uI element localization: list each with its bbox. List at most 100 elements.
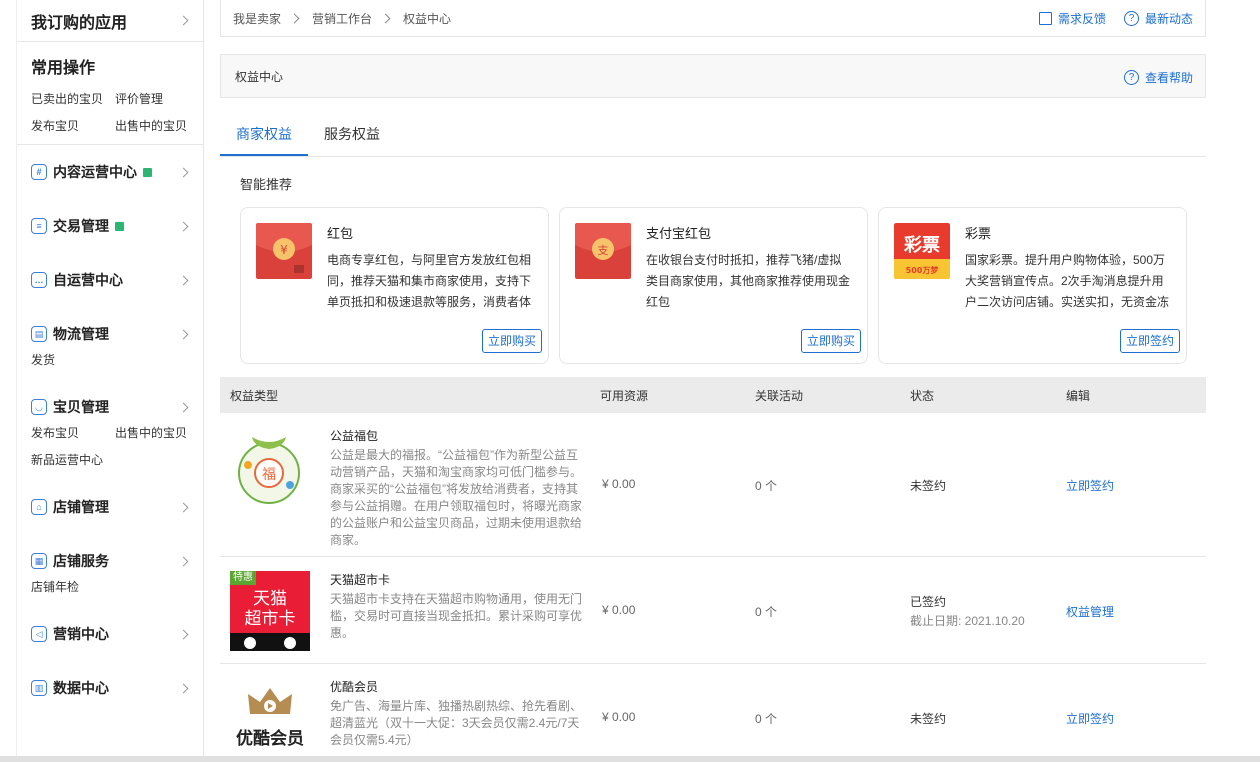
youku-vip-text: 优酷会员 [236, 729, 304, 748]
sidebar-item[interactable]: ▦ 店铺服务 [31, 534, 203, 588]
chevron-right-icon [178, 683, 189, 693]
rights-table: 权益类型 可用资源 关联活动 状态 编辑 福 公益福包 公益是最大的福报。“公益… [220, 377, 1206, 762]
sidebar-item[interactable]: ◁ 营销中心 [31, 607, 203, 661]
sidebar-sublink[interactable]: 新品运营中心 [31, 447, 115, 474]
manage-link[interactable]: 权益管理 [1066, 603, 1114, 620]
row-status-deadline: 截止日期: 2021.10.20 [910, 614, 1025, 628]
recommend-card-alipay: 支 支付宝红包 在收银台支付时抵扣，推荐飞猪/虚拟类目商家使用，其他商家推荐使用… [559, 207, 868, 364]
tmall-card-text2: 超市卡 [244, 609, 296, 628]
promo-badge: 特惠 [230, 571, 256, 585]
main-content: 我是卖家 营销工作台 权益中心 需求反馈 ? 最新动态 权益中心 ? 查看帮助 … [220, 0, 1206, 762]
row-desc: 公益是最大的福报。“公益福包”作为新型公益互动营销产品，天猫和淘宝商家均可低门槛… [330, 448, 583, 547]
row-activity: 0 个 [755, 605, 778, 619]
feedback-label: 需求反馈 [1057, 12, 1106, 26]
breadcrumb-marketing[interactable]: 营销工作台 [312, 10, 372, 27]
row-activity: 0 个 [755, 712, 778, 726]
bag-icon: ◡ [31, 399, 47, 415]
row-name: 天猫超市卡 [330, 573, 391, 587]
chevron-right-icon [178, 15, 189, 26]
chevron-right-icon [380, 13, 391, 23]
help-link[interactable]: ? 查看帮助 [1123, 55, 1193, 99]
chevron-right-icon [178, 167, 189, 177]
fortune-bag-icon: 福 [238, 437, 300, 504]
card-desc: 在收银台支付时抵扣，推荐飞猪/虚拟类目商家使用，其他商家推荐使用现金红包 [646, 253, 851, 309]
sidebar-item[interactable]: ≡ 交易管理 [31, 199, 203, 253]
svg-text:福: 福 [262, 467, 276, 483]
sidebar-item[interactable]: ⌂ 店铺管理 [31, 480, 203, 534]
subscribed-apps-label: 我订购的应用 [31, 14, 128, 32]
buy-button[interactable]: 立即购买 [800, 329, 861, 353]
common-op-sold[interactable]: 已卖出的宝贝 [31, 86, 115, 113]
tab-bar: 商家权益 服务权益 [220, 114, 1206, 157]
tmall-card-icon: 特惠 天猫 超市卡 [230, 571, 310, 651]
recommend-cards: ¥ 红包 电商专享红包，与阿里官方发放红包相同，推荐天猫和集市商家使用，支持下单… [220, 207, 1206, 364]
tab-merchant-rights[interactable]: 商家权益 [220, 114, 308, 156]
common-op-reviews[interactable]: 评价管理 [115, 86, 163, 113]
sidebar-item[interactable]: ▥ 数据中心 [31, 661, 203, 715]
sidebar-section: ▦ 店铺服务 店铺年检 [17, 534, 203, 607]
page-title-bar: 权益中心 ? 查看帮助 [220, 54, 1206, 98]
sidebar-item[interactable]: ◡ 宝贝管理 [31, 380, 203, 434]
row-activity: 0 个 [755, 479, 778, 493]
card-title: 红包 [327, 226, 354, 241]
table-row: 特惠 天猫 超市卡 天猫超市卡 天猫超市卡支持在天猫超市购物通用，使用无门槛，交… [220, 557, 1206, 664]
sidebar-item[interactable]: … 自运营中心 [31, 253, 203, 307]
red-packet-icon: ¥ [256, 223, 312, 279]
table-row: 优酷会员 优酷会员 免广告、海量片库、独播热剧热综、抢先看剧、超清蓝光（双十一大… [220, 664, 1206, 762]
sidebar-item-label: 宝贝管理 [53, 399, 109, 415]
sign-button[interactable]: 立即签约 [1119, 329, 1180, 353]
col-status: 状态 [910, 388, 935, 403]
sidebar-item-label: 自运营中心 [53, 272, 123, 288]
row-name: 公益福包 [330, 429, 379, 443]
chat-icon: … [31, 272, 47, 288]
chart-icon: ▥ [31, 680, 47, 696]
row-resource: ¥ 0.00 [602, 710, 636, 724]
chevron-right-icon [178, 221, 189, 231]
sidebar-item-label: 内容运营中心 [53, 164, 137, 180]
col-edit: 编辑 [1066, 388, 1091, 403]
tab-service-rights[interactable]: 服务权益 [308, 114, 396, 156]
sidebar-item[interactable]: # 内容运营中心 [31, 145, 203, 199]
sidebar-section: ◁ 营销中心 [17, 607, 203, 661]
buy-button[interactable]: 立即购买 [481, 329, 542, 353]
sign-link[interactable]: 立即签约 [1066, 710, 1114, 727]
chevron-right-icon [178, 329, 189, 339]
subscribed-apps[interactable]: 我订购的应用 [17, 0, 203, 42]
common-op-onsale[interactable]: 出售中的宝贝 [115, 113, 187, 140]
news-label: 最新动态 [1144, 12, 1193, 26]
row-resource: ¥ 0.00 [602, 477, 636, 491]
table-header: 权益类型 可用资源 关联活动 状态 编辑 [220, 377, 1206, 413]
sidebar-section: ▥ 数据中心 [17, 661, 203, 715]
row-desc: 免广告、海量片库、独播热剧热综、抢先看剧、超清蓝光（双十一大促：3天会员仅需2.… [330, 699, 583, 747]
news-link[interactable]: ? 最新动态 [1123, 10, 1193, 27]
recommend-title: 智能推荐 [240, 177, 293, 192]
breadcrumb: 我是卖家 营销工作台 权益中心 需求反馈 ? 最新动态 [220, 0, 1206, 37]
row-status-text: 已签约 [910, 595, 947, 609]
row-name: 优酷会员 [330, 680, 379, 694]
store-icon: ⌂ [31, 499, 47, 515]
svg-text:彩票: 彩票 [903, 235, 940, 256]
sidebar-item[interactable]: ▤ 物流管理 [31, 307, 203, 361]
sidebar-item-label: 店铺服务 [53, 553, 109, 569]
hash-icon: # [31, 164, 47, 180]
feedback-link[interactable]: 需求反馈 [1038, 10, 1106, 27]
horizontal-scrollbar[interactable] [0, 756, 1260, 762]
svg-text:500万梦: 500万梦 [906, 265, 940, 275]
row-status: 未签约 [910, 712, 947, 726]
row-status: 未签约 [910, 479, 947, 493]
new-flag-icon [143, 167, 152, 177]
edit-icon [1038, 12, 1052, 25]
question-icon: ? [1123, 11, 1139, 26]
common-op-publish[interactable]: 发布宝贝 [31, 113, 115, 140]
megaphone-icon: ◁ [31, 626, 47, 642]
sign-link[interactable]: 立即签约 [1066, 477, 1114, 494]
chevron-right-icon [178, 556, 189, 566]
alipay-packet-icon: 支 [575, 223, 631, 279]
col-type: 权益类型 [230, 388, 279, 403]
recommend-card-hongbao: ¥ 红包 电商专享红包，与阿里官方发放红包相同，推荐天猫和集市商家使用，支持下单… [240, 207, 549, 364]
row-status: 已签约 截止日期: 2021.10.20 [910, 593, 1025, 629]
breadcrumb-seller[interactable]: 我是卖家 [233, 10, 281, 27]
sidebar-item-label: 交易管理 [53, 218, 109, 234]
sidebar-section: ▤ 物流管理 发货 [17, 307, 203, 380]
crown-icon [248, 688, 292, 714]
